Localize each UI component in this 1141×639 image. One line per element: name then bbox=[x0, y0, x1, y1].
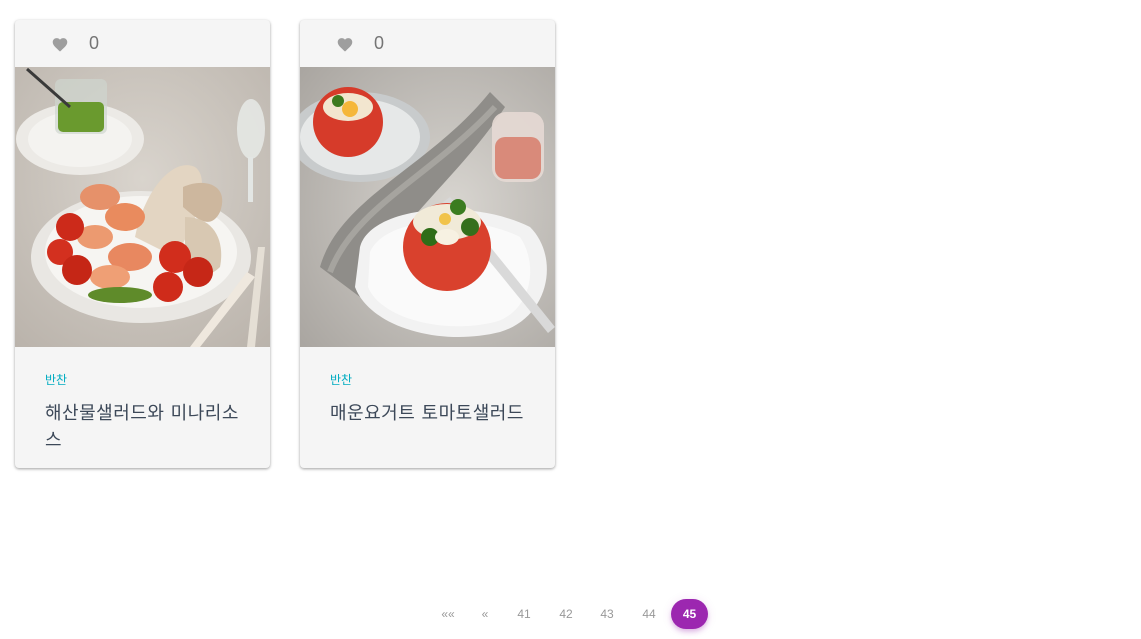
heart-icon[interactable] bbox=[336, 36, 354, 52]
page-button-43[interactable]: 43 bbox=[592, 599, 622, 629]
like-bar: 0 bbox=[300, 20, 555, 67]
recipe-photo[interactable] bbox=[15, 67, 270, 347]
recipe-title[interactable]: 해산물샐러드와 미나리소스 bbox=[45, 400, 250, 454]
recipe-category[interactable]: 반찬 bbox=[330, 372, 352, 388]
pagination: «« « 41 42 43 44 45 bbox=[0, 599, 1141, 629]
recipe-photo[interactable] bbox=[300, 67, 555, 347]
recipe-category[interactable]: 반찬 bbox=[45, 372, 67, 388]
first-page-button[interactable]: «« bbox=[433, 599, 463, 629]
recipe-title[interactable]: 매운요거트 토마토샐러드 bbox=[330, 400, 535, 427]
recipe-card[interactable]: 0 bbox=[15, 20, 270, 468]
heart-icon[interactable] bbox=[51, 36, 69, 52]
page-button-44[interactable]: 44 bbox=[634, 599, 664, 629]
page-button-45-active[interactable]: 45 bbox=[671, 599, 708, 629]
like-count: 0 bbox=[374, 33, 385, 53]
page-button-41[interactable]: 41 bbox=[509, 599, 539, 629]
recipe-card[interactable]: 0 bbox=[300, 20, 555, 468]
recipe-list-page: 0 반찬 해산물샐러드와 미나리소스 0 반찬 매운요거트 토마토샐러드 «« … bbox=[0, 0, 1141, 639]
prev-page-button[interactable]: « bbox=[470, 599, 500, 629]
like-count: 0 bbox=[89, 33, 100, 53]
like-bar: 0 bbox=[15, 20, 270, 67]
page-button-42[interactable]: 42 bbox=[551, 599, 581, 629]
